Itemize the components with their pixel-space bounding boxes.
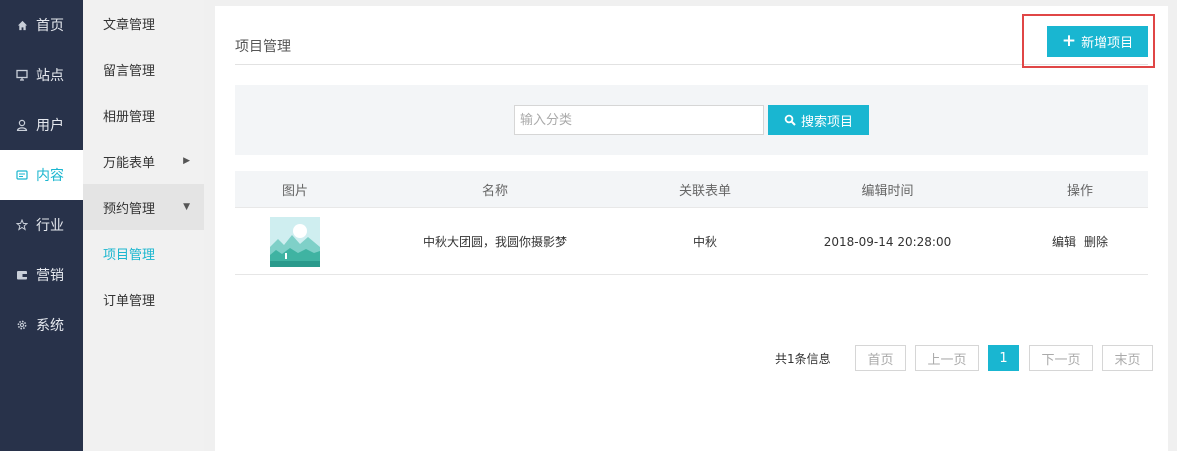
subnav-item-projects[interactable]: 项目管理	[83, 230, 204, 276]
subnav-item-label: 相册管理	[103, 109, 156, 125]
subnav-item-booking[interactable]: 预约管理 ▼	[83, 184, 204, 230]
nav-item-industry[interactable]: 行业	[0, 200, 83, 250]
add-project-label: 新增项目	[1081, 36, 1134, 51]
nav-item-home[interactable]: 首页	[0, 0, 83, 50]
add-project-button[interactable]: + 新增项目	[1047, 26, 1148, 57]
current-page-button[interactable]: 1	[988, 345, 1019, 371]
subnav-item-articles[interactable]: 文章管理	[83, 0, 204, 46]
column-header-image: 图片	[281, 184, 308, 199]
table-header: 图片 名称 关联表单 编辑时间 操作	[235, 171, 1148, 208]
project-actions: 编辑 删除	[1020, 208, 1140, 275]
plus-icon: +	[1061, 31, 1077, 51]
nav-item-user[interactable]: 用户	[0, 100, 83, 150]
edit-link[interactable]: 编辑	[1052, 233, 1076, 250]
gear-icon	[15, 318, 29, 332]
subnav-item-messages[interactable]: 留言管理	[83, 46, 204, 92]
pagination-info: 共1条信息	[775, 351, 831, 366]
prev-page-button[interactable]: 上一页	[915, 345, 979, 371]
search-icon	[784, 114, 796, 126]
nav-item-label: 系统	[36, 318, 64, 334]
category-search-input[interactable]	[514, 105, 764, 135]
subnav-item-label: 订单管理	[103, 293, 156, 309]
last-page-button[interactable]: 末页	[1102, 345, 1153, 371]
nav-item-label: 用户	[36, 118, 64, 134]
column-header-actions: 操作	[1066, 184, 1093, 199]
wallet-icon	[15, 268, 29, 282]
subnav-item-orders[interactable]: 订单管理	[83, 276, 204, 322]
title-divider	[235, 64, 1148, 65]
search-panel: 搜索项目	[235, 85, 1148, 155]
nav-item-content[interactable]: 内容	[0, 150, 83, 200]
star-icon	[15, 218, 29, 232]
table-row: 中秋大团圆，我圆你摄影梦 中秋 2018-09-14 20:28:00 编辑 删…	[235, 208, 1148, 275]
nav-item-label: 站点	[36, 68, 64, 84]
subnav-item-label: 文章管理	[103, 17, 156, 33]
search-project-label: 搜索项目	[800, 114, 853, 130]
project-edit-time: 2018-09-14 20:28:00	[823, 234, 952, 249]
nav-item-label: 首页	[36, 18, 64, 34]
chevron-down-icon: ▼	[183, 202, 190, 212]
subnav-item-label: 项目管理	[103, 247, 156, 263]
column-header-time: 编辑时间	[861, 184, 914, 199]
monitor-icon	[15, 68, 29, 82]
column-header-name: 名称	[481, 184, 508, 199]
main-panel: 项目管理 + 新增项目 搜索项目 图片 名称 关联表单 编辑时间 操作	[215, 6, 1168, 451]
next-page-button[interactable]: 下一页	[1029, 345, 1093, 371]
subnav-item-forms[interactable]: 万能表单 ▶	[83, 138, 204, 184]
user-icon	[15, 118, 29, 132]
subnav-item-label: 预约管理	[103, 201, 156, 217]
subnav-item-albums[interactable]: 相册管理	[83, 92, 204, 138]
search-project-button[interactable]: 搜索项目	[768, 105, 869, 135]
nav-item-label: 营销	[36, 268, 64, 284]
main-nav: 首页 站点 用户 内容 行业 营销 系统	[0, 0, 83, 451]
page-title: 项目管理	[235, 39, 291, 55]
home-icon	[15, 18, 29, 32]
nav-item-site[interactable]: 站点	[0, 50, 83, 100]
project-thumbnail	[270, 216, 320, 267]
column-header-form: 关联表单	[678, 184, 731, 199]
nav-item-system[interactable]: 系统	[0, 300, 83, 350]
subnav-item-label: 留言管理	[103, 63, 156, 79]
pagination: 共1条信息 首页 上一页 1 下一页 末页	[215, 345, 1168, 371]
nav-item-label: 行业	[36, 218, 64, 234]
first-page-button[interactable]: 首页	[855, 345, 906, 371]
subnav-item-label: 万能表单	[103, 155, 156, 171]
delete-link[interactable]: 删除	[1084, 233, 1108, 250]
content-icon	[15, 168, 29, 182]
nav-item-marketing[interactable]: 营销	[0, 250, 83, 300]
nav-item-label: 内容	[36, 168, 64, 184]
chevron-right-icon: ▶	[183, 156, 190, 166]
project-name: 中秋大团圆，我圆你摄影梦	[422, 235, 567, 249]
project-thumbnail-cell	[235, 208, 355, 275]
sub-nav: 文章管理 留言管理 相册管理 万能表单 ▶ 预约管理 ▼ 项目管理 订单管理	[83, 0, 204, 451]
project-form: 中秋	[692, 235, 717, 249]
